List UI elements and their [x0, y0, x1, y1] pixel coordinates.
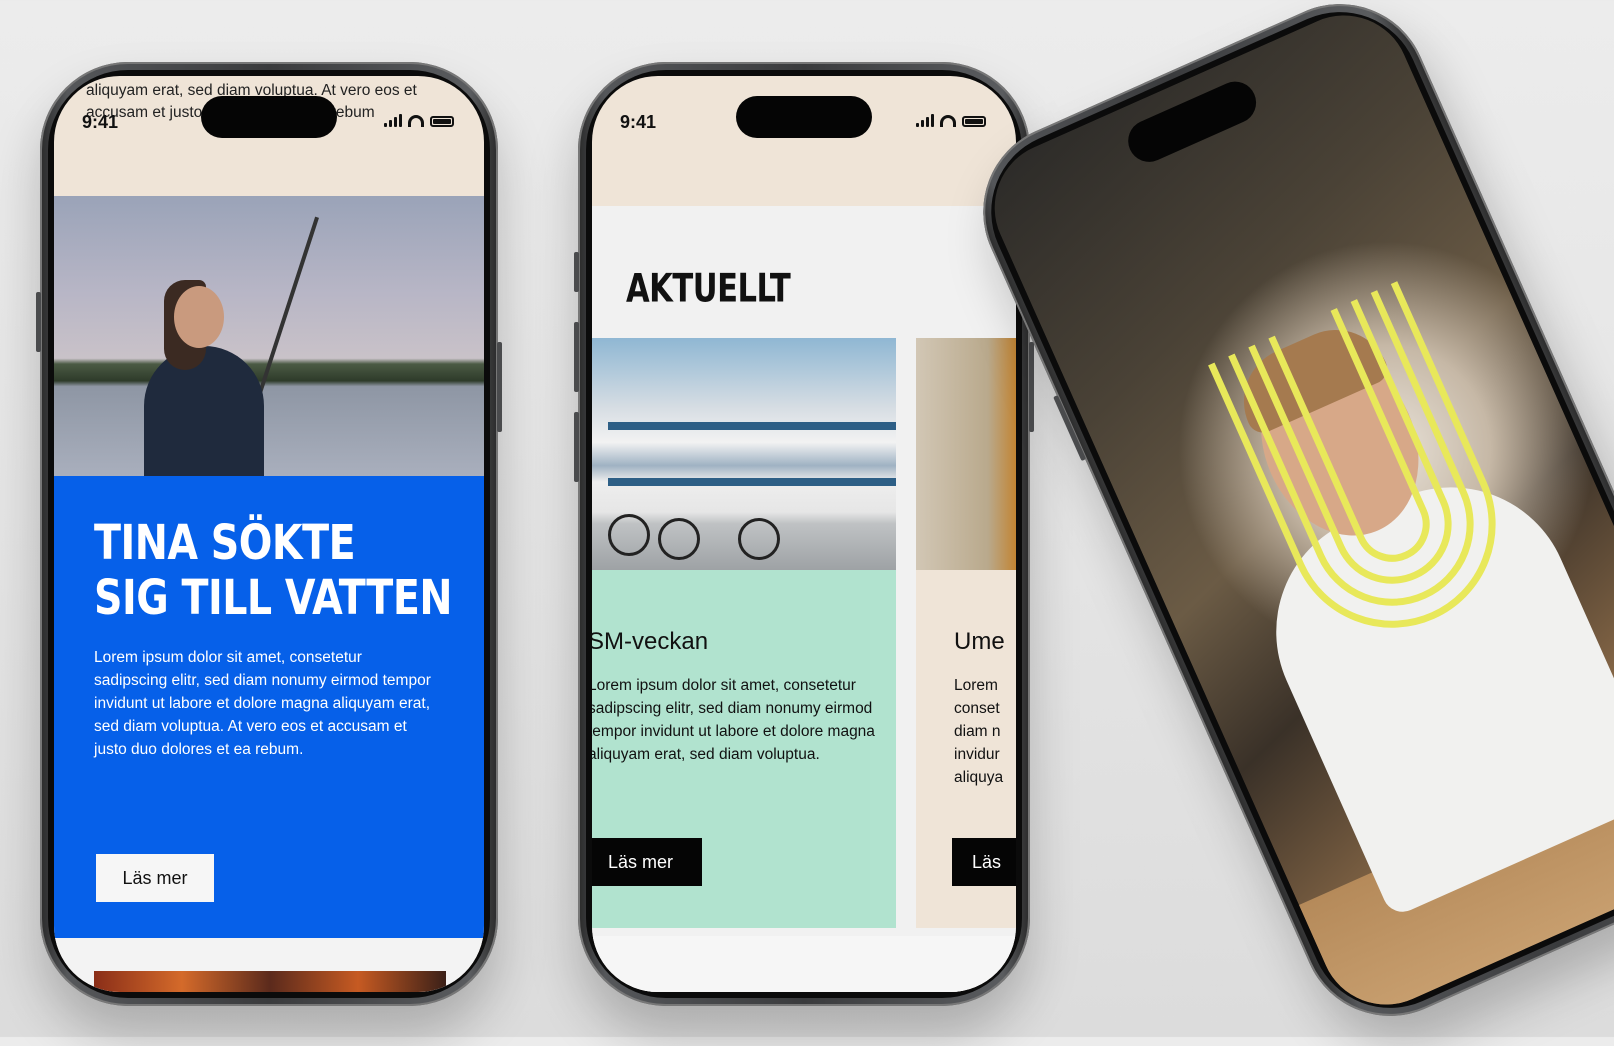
u-logo-stroke [1248, 299, 1452, 584]
status-time: 9:41 [82, 112, 119, 132]
phone-screen: aliquyam erat, sed diam voluptua. At ver… [54, 76, 484, 992]
phone-screen [973, 0, 1614, 1026]
page-bottom [592, 936, 1016, 992]
news-card[interactable]: Ume Lorem conset diam n invidur aliquya … [916, 338, 1016, 928]
status-icons [384, 114, 454, 127]
read-more-button[interactable]: Läs mer [592, 838, 702, 886]
bicycle-wheel [738, 518, 780, 560]
hero-title-line-2: SIG TILL VATTEN [94, 569, 453, 626]
angler-figure [144, 346, 264, 476]
dynamic-island [1121, 74, 1263, 169]
body-line: Lorem [954, 677, 998, 694]
phone-screen: 9:41 AKTUELLT SM-veckan Lorem ipsum dolo… [592, 76, 1016, 992]
wifi-icon [408, 115, 424, 127]
news-card-image-building [592, 338, 896, 570]
next-section-image [94, 971, 446, 992]
section-title: AKTUELLT [626, 266, 791, 312]
volume-up-button [574, 322, 579, 392]
volume-down-button [574, 412, 579, 482]
news-card-title: SM-veckan [592, 628, 709, 655]
angler-head [174, 286, 224, 348]
hero-title-line-1: TINA SÖKTE [94, 514, 356, 571]
window-band [608, 478, 896, 486]
hero-title: TINA SÖKTE SIG TILL VATTEN [94, 514, 453, 626]
dynamic-island [736, 96, 872, 138]
phone-mockup-center: 9:41 AKTUELLT SM-veckan Lorem ipsum dolo… [574, 62, 1034, 1006]
status-icons [916, 114, 986, 127]
battery-icon [962, 116, 986, 127]
bicycle-wheel [658, 518, 700, 560]
phone-mockup-left: aliquyam erat, sed diam voluptua. At ver… [36, 62, 502, 1006]
dynamic-island [201, 96, 337, 138]
body-line: conset [954, 700, 1000, 717]
signal-icon [916, 114, 934, 127]
power-button [497, 342, 502, 432]
action-button [574, 252, 579, 292]
phone-mockup-right [955, 0, 1614, 1045]
read-more-button[interactable]: Läs mer [96, 854, 214, 902]
wifi-icon [940, 115, 956, 127]
status-time: 9:41 [620, 112, 657, 132]
battery-icon [430, 116, 454, 127]
body-line: diam n [954, 723, 1001, 740]
news-card-image [916, 338, 1016, 570]
hero-card: TINA SÖKTE SIG TILL VATTEN Lorem ipsum d… [54, 476, 484, 938]
volume-button [36, 292, 41, 352]
signal-icon [384, 114, 402, 127]
read-more-button[interactable]: Läs [952, 838, 1016, 886]
power-button [1029, 342, 1034, 432]
hero-image-angler [54, 196, 484, 476]
hero-body: Lorem ipsum dolor sit amet, consetetur s… [94, 649, 431, 758]
news-card-body: Lorem ipsum dolor sit amet, consetetur s… [592, 677, 875, 763]
news-card[interactable]: SM-veckan Lorem ipsum dolor sit amet, co… [592, 338, 896, 928]
bicycle-wheel [608, 514, 650, 556]
body-line: aliquya [954, 769, 1004, 786]
news-card-title: Ume [954, 628, 1005, 655]
window-band [608, 422, 896, 430]
news-card-body: Lorem conset diam n invidur aliquya [954, 674, 1016, 789]
body-line: invidur [954, 746, 1000, 763]
